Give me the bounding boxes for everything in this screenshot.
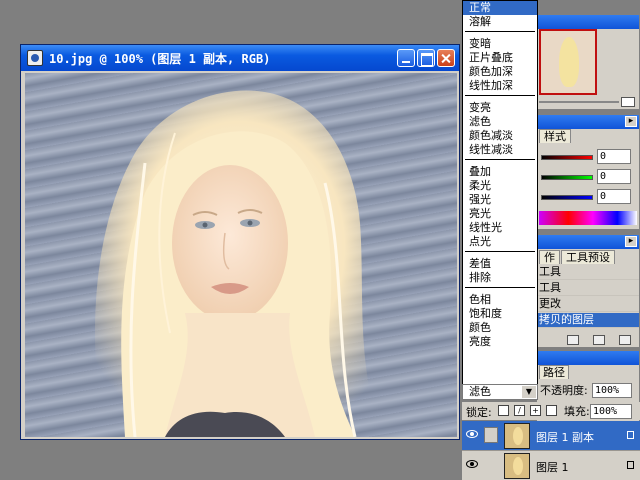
tab-tool-presets[interactable]: 工具预设 xyxy=(561,250,615,264)
document-title: 10.jpg @ 100% (图层 1 副本, RGB) xyxy=(49,52,271,66)
blend-mode-select[interactable]: 滤色 ▼ xyxy=(462,384,538,400)
document-icon[interactable] xyxy=(27,50,43,66)
layer-thumbnail[interactable] xyxy=(504,453,530,479)
lock-pixels-icon[interactable]: / xyxy=(514,405,525,416)
maximize-button[interactable] xyxy=(417,49,435,67)
layer-row-selected[interactable]: 图层 1 副本 xyxy=(462,421,640,451)
tab-paths[interactable]: 路径 xyxy=(539,365,569,379)
blend-mode-current: 滤色 xyxy=(469,385,491,398)
color-ramp[interactable] xyxy=(539,211,637,225)
blend-mode-item[interactable]: 溶解 xyxy=(463,15,537,29)
blend-mode-item[interactable]: 排除 xyxy=(463,271,537,285)
blend-mode-item[interactable]: 叠加 xyxy=(463,165,537,179)
new-document-icon[interactable] xyxy=(593,335,605,345)
opacity-input[interactable]: 100% xyxy=(592,383,632,398)
green-slider[interactable] xyxy=(541,175,593,180)
trash-icon[interactable] xyxy=(619,335,631,345)
opacity-label: 不透明度: xyxy=(540,384,588,397)
new-snapshot-icon[interactable] xyxy=(567,335,579,345)
photo-portrait xyxy=(95,90,385,437)
blend-mode-item[interactable]: 色相 xyxy=(463,293,537,307)
blend-mode-item[interactable]: 滤色 xyxy=(463,115,537,129)
eye-icon[interactable] xyxy=(466,460,478,468)
blend-mode-item[interactable]: 正常 xyxy=(463,1,537,15)
navigator-panel xyxy=(536,14,640,110)
blend-mode-divider xyxy=(465,287,535,288)
minimize-button[interactable] xyxy=(397,49,415,67)
brush-icon xyxy=(484,427,498,443)
history-tabs: 作 工具预设 xyxy=(537,249,639,265)
blend-mode-item[interactable]: 亮光 xyxy=(463,207,537,221)
layer-name[interactable]: 图层 1 副本 xyxy=(536,429,594,445)
blend-mode-divider xyxy=(465,251,535,252)
eye-icon[interactable] xyxy=(466,430,478,438)
blend-mode-list: 正常 溶解变暗 正片叠底 颜色加深 线性加深变亮 滤色 颜色减淡 线性减淡叠加 柔光 强光 亮光 线性… xyxy=(462,0,538,386)
color-row-red: 0 xyxy=(537,149,640,165)
zoom-slider[interactable] xyxy=(539,101,619,103)
color-row-green: 0 xyxy=(537,169,640,185)
blend-mode-item[interactable]: 颜色减淡 xyxy=(463,129,537,143)
history-item-selected[interactable]: 拷贝的图层 xyxy=(537,313,639,328)
blend-mode-item[interactable]: 饱和度 xyxy=(463,307,537,321)
blend-mode-divider xyxy=(465,159,535,160)
blue-slider[interactable] xyxy=(541,195,593,200)
layers-titlebar[interactable] xyxy=(537,351,639,365)
chevron-down-icon[interactable]: ▼ xyxy=(522,386,536,398)
blue-value-field[interactable]: 0 xyxy=(597,189,631,204)
navigator-thumbnail[interactable] xyxy=(539,29,597,95)
blend-mode-item[interactable]: 变亮 xyxy=(463,101,537,115)
blend-mode-item[interactable]: 颜色 xyxy=(463,321,537,335)
history-item[interactable]: 工具 xyxy=(537,281,639,296)
lock-label: 锁定: xyxy=(466,406,492,419)
green-value-field[interactable]: 0 xyxy=(597,169,631,184)
document-window: 10.jpg @ 100% (图层 1 副本, RGB) xyxy=(20,44,460,440)
red-value-field[interactable]: 0 xyxy=(597,149,631,164)
lock-icon xyxy=(627,461,634,469)
blend-mode-item[interactable]: 线性加深 xyxy=(463,79,537,93)
blend-mode-item[interactable]: 变暗 xyxy=(463,37,537,51)
zoom-in-icon[interactable] xyxy=(621,97,635,107)
history-toolbar xyxy=(537,333,639,347)
layer-thumbnail[interactable] xyxy=(504,423,530,449)
blend-mode-item[interactable]: 差值 xyxy=(463,257,537,271)
history-item[interactable]: 工具 xyxy=(537,265,639,280)
blend-mode-item[interactable]: 线性光 xyxy=(463,221,537,235)
blend-mode-divider xyxy=(465,31,535,32)
image-canvas[interactable] xyxy=(25,73,457,437)
color-panel: ▸ 样式 0 0 0 xyxy=(536,114,640,230)
blend-mode-item[interactable]: 颜色加深 xyxy=(463,65,537,79)
panel-menu-icon[interactable]: ▸ xyxy=(625,236,637,247)
blend-mode-item[interactable]: 亮度 xyxy=(463,335,537,349)
history-panel: ▸ 作 工具预设 工具 工具 更改 拷贝的图层 xyxy=(536,234,640,348)
close-button[interactable] xyxy=(437,49,455,67)
blend-mode-divider xyxy=(465,95,535,96)
blend-mode-item[interactable]: 柔光 xyxy=(463,179,537,193)
blend-mode-item[interactable]: 正片叠底 xyxy=(463,51,537,65)
fill-input[interactable]: 100% xyxy=(590,404,632,419)
color-row-blue: 0 xyxy=(537,189,640,205)
lock-transparency-icon[interactable] xyxy=(498,405,509,416)
tab-actions[interactable]: 作 xyxy=(539,250,560,264)
navigator-titlebar[interactable] xyxy=(537,15,639,29)
layer-row[interactable]: 图层 1 xyxy=(462,451,640,480)
tab-styles[interactable]: 样式 xyxy=(539,129,571,143)
layer-name[interactable]: 图层 1 xyxy=(536,459,569,475)
color-titlebar[interactable]: ▸ xyxy=(537,115,639,129)
blend-mode-item[interactable]: 线性减淡 xyxy=(463,143,537,157)
lock-all-icon[interactable] xyxy=(546,405,557,416)
lock-icon xyxy=(627,431,634,439)
document-titlebar[interactable]: 10.jpg @ 100% (图层 1 副本, RGB) xyxy=(21,45,459,71)
blend-mode-item[interactable]: 点光 xyxy=(463,235,537,249)
blend-mode-item[interactable]: 强光 xyxy=(463,193,537,207)
fill-label: 填充: xyxy=(564,405,590,418)
history-item[interactable]: 更改 xyxy=(537,297,639,312)
red-slider[interactable] xyxy=(541,155,593,160)
lock-position-icon[interactable]: + xyxy=(530,405,541,416)
panel-menu-icon[interactable]: ▸ xyxy=(625,116,637,127)
history-titlebar[interactable]: ▸ xyxy=(537,235,639,249)
